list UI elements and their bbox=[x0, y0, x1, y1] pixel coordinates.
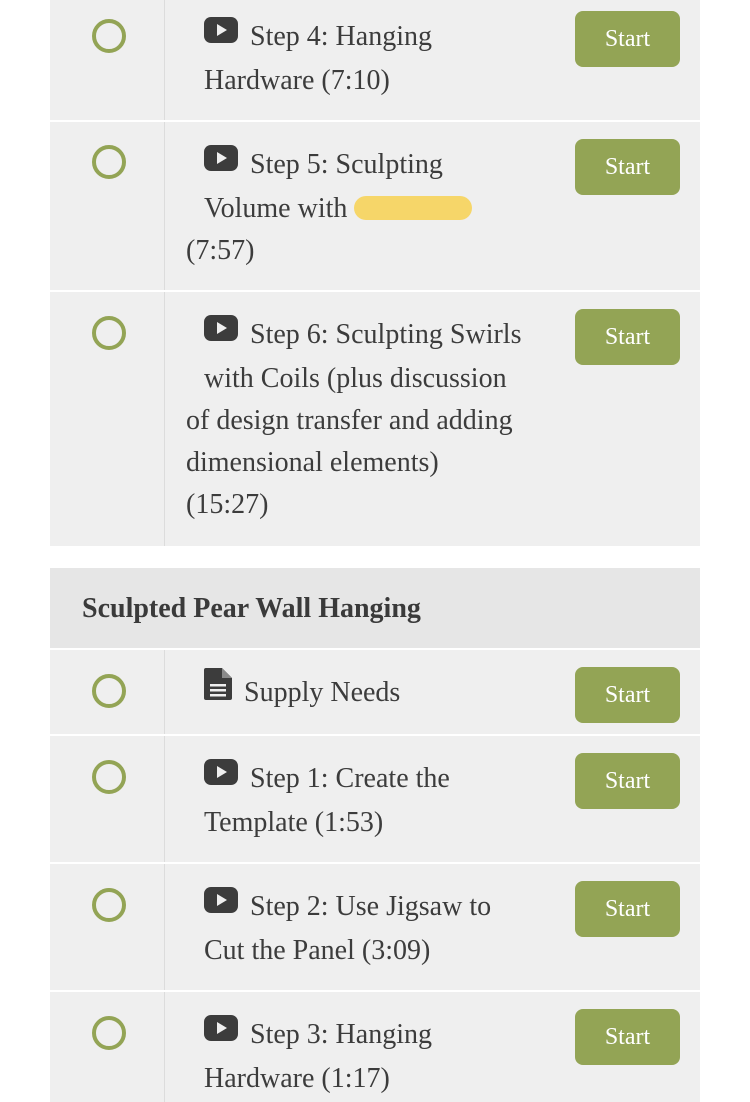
lesson-title[interactable]: Step 2: Use Jigsaw to Cut the Panel (3:0… bbox=[186, 886, 558, 972]
lesson-row: Step 2: Use Jigsaw to Cut the Panel (3:0… bbox=[50, 864, 700, 992]
completion-circle[interactable] bbox=[92, 1016, 126, 1050]
start-button[interactable]: Start bbox=[575, 753, 680, 809]
lesson-row: Step 4: Hanging Hardware (7:10) Start bbox=[50, 0, 700, 122]
lesson-title[interactable]: Step 6: Sculpting Swirls with Coils (plu… bbox=[186, 314, 558, 526]
start-button[interactable]: Start bbox=[575, 1009, 680, 1065]
play-icon bbox=[204, 1012, 238, 1054]
section-title: Sculpted Pear Wall Hanging bbox=[82, 593, 421, 624]
lesson-title-line: Step 2: Use Jigsaw to bbox=[250, 891, 492, 922]
section-header: Sculpted Pear Wall Hanging bbox=[50, 568, 700, 650]
completion-circle[interactable] bbox=[92, 316, 126, 350]
lesson-title[interactable]: Step 3: Hanging Hardware (1:17) bbox=[186, 1014, 558, 1100]
lesson-title-line: Step 4: Hanging bbox=[250, 21, 432, 52]
redaction-mark bbox=[354, 196, 473, 221]
start-button[interactable]: Start bbox=[575, 881, 680, 937]
play-icon bbox=[204, 884, 238, 926]
section-gap bbox=[50, 546, 700, 568]
lesson-title-line: dimensional elements) bbox=[186, 446, 439, 478]
lesson-title-line: Step 1: Create the bbox=[250, 763, 450, 794]
start-button[interactable]: Start bbox=[575, 667, 680, 723]
lesson-title-line: Step 5: Sculpting bbox=[250, 149, 443, 180]
completion-circle[interactable] bbox=[92, 19, 126, 53]
lesson-title-line: Volume with bbox=[204, 192, 348, 224]
lesson-title[interactable]: Step 5: Sculpting Volume with (7:57) bbox=[186, 144, 558, 272]
completion-circle[interactable] bbox=[92, 760, 126, 794]
lesson-title-line: Cut the Panel (3:09) bbox=[204, 934, 431, 966]
lesson-title-line: Step 3: Hanging bbox=[250, 1019, 432, 1050]
play-icon bbox=[204, 14, 238, 56]
course-outline: Step 4: Hanging Hardware (7:10) Start St… bbox=[50, 0, 700, 1102]
lesson-title-line: Step 6: Sculpting Swirls bbox=[250, 319, 522, 350]
lesson-row: Step 6: Sculpting Swirls with Coils (plu… bbox=[50, 292, 700, 546]
completion-circle[interactable] bbox=[92, 145, 126, 179]
document-icon bbox=[204, 668, 232, 713]
lesson-title-line: Supply Needs bbox=[244, 677, 401, 708]
lesson-title-line: Template (1:53) bbox=[204, 806, 384, 838]
start-button[interactable]: Start bbox=[575, 11, 680, 67]
completion-column bbox=[50, 736, 165, 862]
play-icon bbox=[204, 756, 238, 798]
completion-circle[interactable] bbox=[92, 888, 126, 922]
completion-circle[interactable] bbox=[92, 674, 126, 708]
play-icon bbox=[204, 142, 238, 184]
start-button[interactable]: Start bbox=[575, 309, 680, 365]
lesson-title-line: with Coils (plus discussion bbox=[204, 362, 507, 394]
lesson-title[interactable]: Step 4: Hanging Hardware (7:10) bbox=[186, 16, 558, 102]
lesson-row: Step 3: Hanging Hardware (1:17) Start bbox=[50, 992, 700, 1102]
lesson-title[interactable]: Step 1: Create the Template (1:53) bbox=[186, 758, 558, 844]
completion-column bbox=[50, 0, 165, 120]
completion-column bbox=[50, 864, 165, 990]
lesson-row: Supply Needs Start bbox=[50, 650, 700, 736]
lesson-row: Step 5: Sculpting Volume with (7:57) Sta… bbox=[50, 122, 700, 292]
lesson-title-line: Hardware (7:10) bbox=[204, 64, 390, 96]
lesson-title-line: (15:27) bbox=[186, 488, 269, 520]
lesson-row: Step 1: Create the Template (1:53) Start bbox=[50, 736, 700, 864]
lesson-title-line: Hardware (1:17) bbox=[204, 1062, 390, 1094]
lesson-title[interactable]: Supply Needs bbox=[186, 668, 558, 717]
lesson-title-line: of design transfer and adding bbox=[186, 404, 513, 436]
play-icon bbox=[204, 312, 238, 354]
start-button[interactable]: Start bbox=[575, 139, 680, 195]
lesson-title-line: (7:57) bbox=[186, 234, 255, 266]
